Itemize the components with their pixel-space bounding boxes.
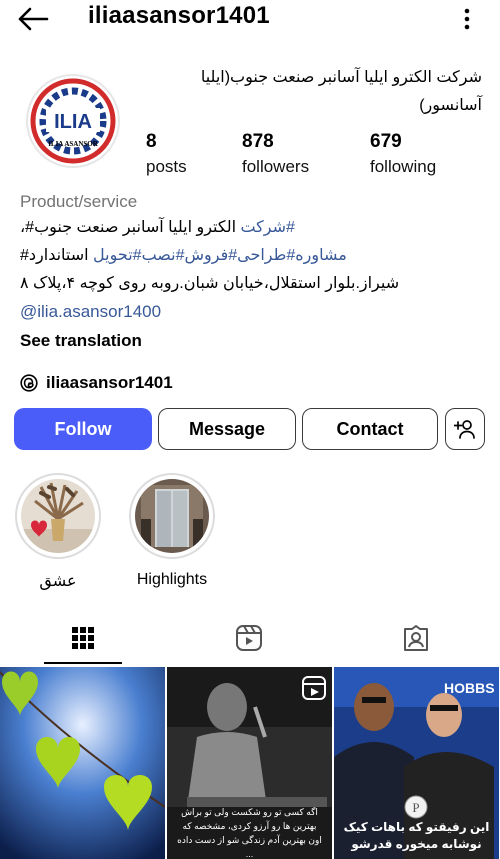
- elevator-image-icon: [135, 479, 209, 553]
- threads-handle: iliaasansor1401: [46, 373, 173, 392]
- contact-button[interactable]: Contact: [302, 408, 438, 450]
- see-translation-link[interactable]: See translation: [20, 326, 482, 356]
- threads-badge[interactable]: iliaasansor1401: [20, 368, 482, 398]
- post-thumbnail[interactable]: اگه کسی تو رو شکست ولی تو براش بهترین ها…: [167, 667, 332, 859]
- add-person-icon: [454, 420, 475, 439]
- profile-full-name: شرکت الکترو ایلیا آسانبر صنعت جنوب(ایلیا…: [200, 69, 482, 114]
- active-tab-indicator: [44, 662, 122, 664]
- bio-line-1: #شرکت الکترو ایلیا آسانبر صنعت جنوب#،: [20, 214, 482, 242]
- ilia-logo-icon: ILIA ILIA ASANSOR: [30, 78, 116, 164]
- reels-icon: [236, 625, 262, 651]
- back-button[interactable]: [16, 6, 50, 32]
- profile-username: iliaasansor1401: [88, 2, 270, 29]
- posts-stat[interactable]: 8 posts: [146, 132, 187, 182]
- tab-grid[interactable]: [0, 612, 166, 664]
- followers-label: followers: [242, 157, 310, 176]
- profile-avatar[interactable]: ILIA ILIA ASANSOR: [26, 74, 120, 168]
- top-bar: iliaasansor1401: [0, 0, 500, 38]
- bio-hashtag-company[interactable]: #شرکت: [240, 219, 294, 236]
- more-options-button[interactable]: [462, 6, 472, 32]
- svg-text:HOBBS: HOBBS: [444, 680, 495, 696]
- posts-grid: اگه کسی تو رو شکست ولی تو براش بهترین ها…: [0, 667, 500, 859]
- bio-address: شیراز.بلوار استقلال،خیابان شبان.روبه روی…: [20, 275, 400, 292]
- highlight-highlights[interactable]: Highlights: [128, 473, 216, 589]
- following-count: 679: [370, 131, 402, 152]
- post-caption: اگه کسی تو رو شکست ولی تو براش بهترین ها…: [177, 807, 322, 859]
- tagged-icon: [404, 625, 428, 651]
- posts-count: 8: [146, 131, 157, 152]
- suggested-users-button[interactable]: [445, 408, 485, 450]
- bio-text-2: استاندارد#: [20, 247, 94, 264]
- post-caption: این رفیقتو که باهات کیک نوشابه میخوره قد…: [343, 820, 490, 859]
- tab-reels[interactable]: [166, 612, 332, 664]
- highlight-eshgh[interactable]: عشق: [14, 473, 102, 591]
- followers-stat[interactable]: 878 followers: [242, 132, 309, 182]
- profile-category: Product/service: [20, 192, 138, 211]
- highlight-cover-elevator: [135, 479, 209, 553]
- grid-icon: [72, 627, 94, 649]
- following-label: following: [370, 157, 437, 176]
- highlight-cover-vase: [21, 479, 95, 553]
- hearts-leaves-image-icon: [0, 667, 165, 859]
- vase-image-icon: [21, 479, 95, 553]
- profile-tabs: [0, 612, 500, 664]
- highlight-label: Highlights: [136, 571, 208, 588]
- message-button[interactable]: Message: [158, 408, 296, 450]
- bio-mention-link[interactable]: @ilia.asansor1400: [20, 298, 482, 326]
- watermark-letter: P: [412, 800, 419, 815]
- highlight-ring: [129, 473, 215, 559]
- tab-tagged[interactable]: [333, 612, 499, 664]
- profile-stats: 8 posts 878 followers 679 following: [146, 132, 486, 182]
- bio-text-1: الکترو ایلیا آسانبر صنعت جنوب#،: [20, 219, 241, 236]
- post-thumbnail[interactable]: [0, 667, 165, 859]
- bio-line-2: مشاوره#طراحی#فروش#نصب#تحویل استاندارد#: [20, 242, 482, 270]
- highlight-label: عشق: [39, 573, 77, 590]
- profile-bio: Product/service #شرکت الکترو ایلیا آسانب…: [20, 190, 482, 398]
- svg-text:ILIA: ILIA: [54, 111, 92, 133]
- back-arrow-icon: [18, 7, 49, 31]
- post-thumbnail[interactable]: HOBBS P این رفیقتو که باهات کیک نوشابه م…: [334, 667, 499, 859]
- followers-count: 878: [242, 131, 274, 152]
- bio-hashtags-services[interactable]: مشاوره#طراحی#فروش#نصب#تحویل: [93, 247, 347, 264]
- more-vertical-icon: [464, 8, 470, 30]
- svg-text:ILIA ASANSOR: ILIA ASANSOR: [48, 140, 99, 148]
- threads-icon: [20, 374, 38, 392]
- highlight-ring: [15, 473, 101, 559]
- following-stat[interactable]: 679 following: [370, 132, 436, 182]
- posts-label: posts: [146, 157, 187, 176]
- follow-button[interactable]: Follow: [14, 408, 152, 450]
